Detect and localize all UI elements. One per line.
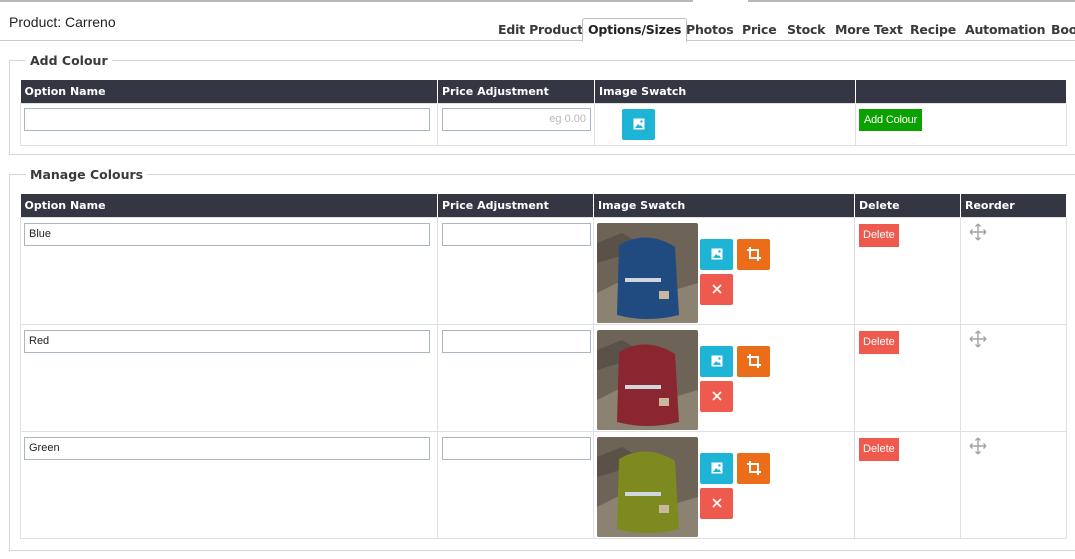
option-name-input[interactable] (24, 222, 430, 246)
table-row: Delete (20, 323, 1067, 432)
remove-swatch-button[interactable] (700, 487, 733, 519)
col-image-swatch: Image Swatch (594, 80, 856, 103)
new-option-name-input[interactable] (24, 107, 430, 131)
add-colour-button[interactable]: Add Colour (859, 108, 923, 131)
tab-price[interactable]: Price (742, 21, 777, 41)
move-icon[interactable] (969, 330, 987, 348)
price-adjustment-input[interactable] (442, 329, 591, 353)
col-image-swatch: Image Swatch (593, 194, 855, 217)
change-swatch-button[interactable] (700, 345, 733, 377)
tab-bookings[interactable]: Boo (1051, 21, 1075, 41)
tab-edit-product[interactable]: Edit Product (498, 21, 583, 41)
swatch-thumbnail (597, 222, 698, 323)
table-row: Delete (20, 430, 1067, 539)
col-reorder: Reorder (960, 194, 1067, 217)
option-name-input[interactable] (24, 329, 430, 353)
option-name-input[interactable] (24, 436, 430, 460)
tab-more-text[interactable]: More Text (835, 21, 903, 41)
change-swatch-button[interactable] (700, 238, 733, 270)
add-price-cell (437, 102, 595, 146)
upload-swatch-button[interactable] (622, 108, 655, 140)
price-adjustment-input[interactable] (442, 222, 591, 246)
crop-icon (746, 354, 761, 368)
tab-photos[interactable]: Photos (686, 21, 734, 41)
crop-icon (746, 461, 761, 475)
tab-stock[interactable]: Stock (787, 21, 825, 41)
add-option-cell (20, 102, 438, 146)
col-price-adjustment: Price Adjustment (437, 80, 595, 103)
add-colour-legend: Add Colour (30, 53, 108, 68)
move-icon[interactable] (969, 437, 987, 455)
col-delete: Delete (854, 194, 961, 217)
col-option-name: Option Name (20, 194, 438, 217)
image-icon (711, 248, 722, 260)
crop-swatch-button[interactable] (737, 452, 770, 484)
image-icon (711, 462, 722, 474)
tab-bar: Edit Product Options/Sizes Photos Price … (0, 18, 1075, 42)
add-action-cell: Add Colour (855, 102, 1067, 146)
crop-swatch-button[interactable] (737, 238, 770, 270)
crop-icon (746, 247, 761, 261)
col-price-adjustment: Price Adjustment (437, 194, 594, 217)
new-price-adjustment-input[interactable] (442, 107, 591, 131)
close-icon (711, 284, 722, 294)
manage-colours-table: Option Name Price Adjustment Image Swatc… (20, 194, 1067, 539)
tab-options-sizes[interactable]: Options/Sizes (582, 18, 688, 42)
close-icon (711, 391, 722, 401)
col-option-name: Option Name (20, 80, 438, 103)
delete-button[interactable]: Delete (859, 437, 899, 461)
delete-button[interactable]: Delete (859, 330, 899, 354)
change-swatch-button[interactable] (700, 452, 733, 484)
manage-colours-legend: Manage Colours (30, 167, 144, 182)
top-border (0, 0, 1075, 3)
add-colour-table: Option Name Price Adjustment Image Swatc… (20, 80, 1067, 146)
table-row: Delete (20, 216, 1067, 325)
remove-swatch-button[interactable] (700, 273, 733, 305)
swatch-thumbnail (597, 329, 698, 430)
image-icon (633, 118, 644, 130)
tab-automation[interactable]: Automation (965, 21, 1046, 41)
remove-swatch-button[interactable] (700, 380, 733, 412)
price-adjustment-input[interactable] (442, 436, 591, 460)
col-empty (855, 80, 1067, 103)
crop-swatch-button[interactable] (737, 345, 770, 377)
tab-recipe[interactable]: Recipe (910, 21, 956, 41)
move-icon[interactable] (969, 223, 987, 241)
close-icon (711, 498, 722, 508)
delete-button[interactable]: Delete (859, 223, 899, 247)
swatch-thumbnail (597, 436, 698, 537)
image-icon (711, 355, 722, 367)
add-swatch-cell (594, 102, 856, 146)
